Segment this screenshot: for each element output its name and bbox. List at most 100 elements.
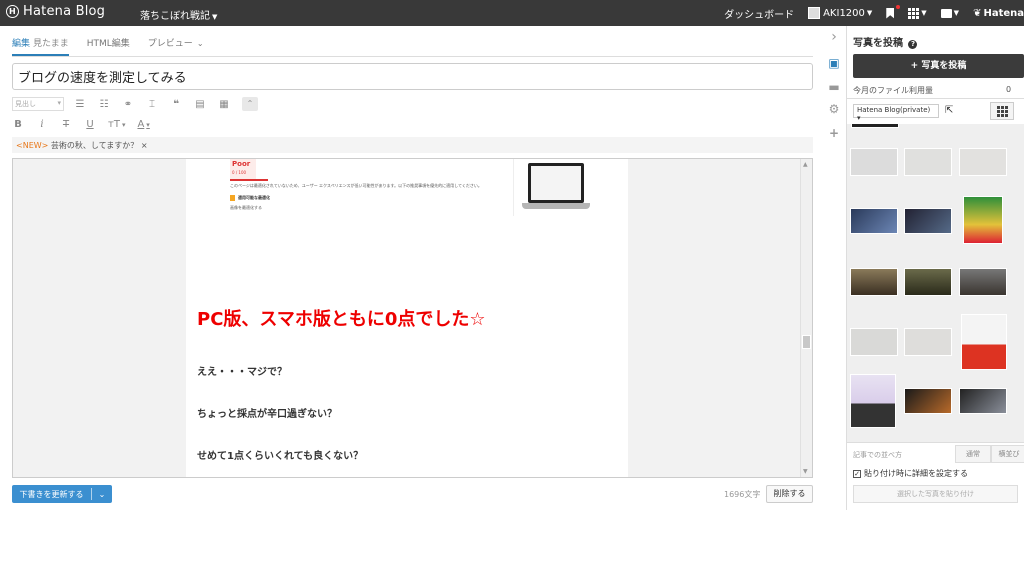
photo-thumbnail[interactable] — [850, 268, 898, 296]
album-name: Hatena Blog(private) — [857, 106, 931, 114]
panel-divider — [847, 98, 1024, 99]
messages-menu[interactable]: ▼ — [940, 8, 959, 18]
sort-option-normal[interactable]: 通常 — [955, 445, 991, 463]
editor-content[interactable]: Poor 0 / 100 このページは最適化されていないため、ユーザー エクスペ… — [186, 159, 628, 477]
title-input[interactable] — [12, 63, 813, 90]
update-draft-button[interactable]: 下書きを更新する ⌄ — [12, 485, 112, 503]
grid-view-button[interactable] — [990, 102, 1014, 120]
close-icon[interactable]: × — [141, 141, 148, 150]
heading-select[interactable]: 見出し — [12, 97, 64, 111]
read-more-icon[interactable]: ▦ — [218, 99, 230, 110]
apps-menu[interactable]: ▼ — [908, 7, 927, 19]
horizontal-rule-icon[interactable]: ⌶ — [146, 99, 158, 110]
chat-icon — [940, 8, 952, 18]
photo-thumbnail[interactable] — [904, 148, 952, 176]
external-link-icon[interactable]: ⇱ — [945, 105, 953, 116]
scroll-down-icon[interactable]: ▼ — [803, 468, 808, 475]
quote-icon[interactable]: ❝ — [170, 99, 182, 110]
table-icon[interactable]: ▤ — [194, 99, 206, 110]
format-toolbar-row1: 見出し ☰ ☷ ⚭ ⌶ ❝ ▤ ▦ ⌃ — [12, 96, 258, 112]
tab-divider — [12, 56, 813, 57]
dashboard-link[interactable]: ダッシュボード — [724, 6, 794, 21]
collapse-toolbar-icon[interactable]: ⌃ — [242, 97, 258, 111]
link-icon[interactable]: ⚭ — [122, 99, 134, 110]
hatena-blog-logo[interactable]: H Hatena Blog — [6, 4, 105, 19]
numbered-list-icon[interactable]: ☷ — [98, 99, 110, 110]
tab-preview[interactable]: プレビュー ⌄ — [148, 36, 204, 56]
hatena-brand-link[interactable]: ❦ Hatena — [973, 8, 1024, 19]
user-menu[interactable]: AKI1200 ▼ — [808, 7, 872, 19]
photo-thumbnail[interactable] — [851, 124, 899, 128]
content-headline: PC版、スマホ版ともに0点でした☆ — [197, 309, 486, 330]
avatar — [808, 7, 821, 19]
blog-selector[interactable]: 落ちこぼれ戦記 ▼ — [140, 7, 217, 22]
photo-thumbnail[interactable] — [904, 328, 952, 356]
scroll-up-icon[interactable]: ▲ — [803, 161, 808, 168]
bold-icon[interactable]: B — [12, 119, 24, 130]
photo-thumbnail[interactable] — [961, 314, 1007, 370]
post-photo-button[interactable]: + 写真を投稿 — [853, 54, 1024, 78]
tab-wysiwyg[interactable]: 編集 見たまま — [12, 36, 69, 56]
editor-scrollbar[interactable]: ▲ ▼ — [800, 159, 812, 477]
announcement-link[interactable]: 芸術の秋、してますか？ — [51, 141, 138, 150]
photo-thumbnail[interactable] — [904, 268, 952, 296]
photo-thumbnail[interactable] — [959, 388, 1007, 414]
font-size-icon[interactable]: тT ▾ — [108, 119, 125, 130]
new-badge: <NEW> — [16, 141, 49, 150]
embed-description: このページは最適化されていないため、ユーザー エクスペリエンスが低い可能性があり… — [230, 183, 482, 188]
font-color-icon[interactable]: A ▾ — [137, 119, 149, 130]
checkbox-checked-icon[interactable]: ✓ — [853, 469, 861, 478]
plus-icon[interactable]: + — [827, 126, 841, 140]
side-icon-column: › ▣ ▬ ⚙ + — [822, 26, 846, 576]
photo-panel: 写真を投稿 ? + 写真を投稿 今月のファイル利用量 0 Hatena Blog… — [847, 26, 1024, 510]
album-select[interactable]: Hatena Blog(private) ▾ — [853, 104, 939, 122]
paste-selected-button[interactable]: 選択した写真を貼り付け — [853, 485, 1018, 503]
photo-thumbnail[interactable] — [904, 388, 952, 414]
logo-text: Hatena Blog — [23, 4, 106, 19]
chevron-down-icon: ▼ — [921, 9, 927, 17]
sort-option-horizontal[interactable]: 横並び — [991, 445, 1024, 463]
folder-icon[interactable]: ▬ — [827, 80, 841, 94]
chevron-down-icon[interactable]: ⌄ — [92, 490, 112, 499]
bookmark-button[interactable] — [886, 7, 895, 19]
announcement-bar: <NEW> 芸術の秋、してますか？ × — [12, 137, 813, 153]
embed-heading: 適用可能な最適化 — [238, 195, 270, 200]
collapse-panel-icon[interactable]: › — [827, 30, 841, 44]
sort-label: 記事での並べ方 — [853, 451, 902, 459]
scrollbar-thumb[interactable] — [802, 335, 811, 349]
photo-thumbnail[interactable] — [850, 374, 896, 428]
photos-icon[interactable]: ▣ — [827, 56, 841, 70]
tab-label: 編集 — [12, 39, 31, 49]
detail-settings-checkbox[interactable]: ✓ 貼り付け時に詳細を設定する — [853, 468, 968, 479]
poor-score-box: Poor 0 / 100 — [230, 159, 256, 179]
gear-icon[interactable]: ⚙ — [827, 102, 841, 116]
file-usage-label: 今月のファイル利用量 — [853, 86, 933, 95]
photo-thumbnail[interactable] — [850, 208, 898, 234]
photo-thumbnail[interactable] — [963, 196, 1003, 244]
delete-button[interactable]: 削除する — [766, 485, 813, 503]
notification-dot — [896, 5, 900, 9]
photo-grid — [847, 124, 1024, 442]
help-icon[interactable]: ? — [908, 40, 918, 49]
checkbox-label: 貼り付け時に詳細を設定する — [864, 469, 968, 478]
photo-thumbnail[interactable] — [850, 148, 898, 176]
tab-sublabel: 見たまま — [33, 39, 69, 49]
hatena-logo-icon: H — [6, 5, 19, 18]
poor-score: 0 / 100 — [232, 170, 247, 175]
photo-thumbnail[interactable] — [959, 148, 1007, 176]
grid-icon — [996, 105, 1008, 117]
underline-icon[interactable]: U — [84, 119, 96, 130]
sort-toggle: 通常 横並び — [955, 445, 1024, 463]
strikethrough-icon[interactable]: T — [60, 119, 72, 130]
tab-html[interactable]: HTML編集 — [87, 36, 130, 56]
embedded-screenshot: Poor 0 / 100 このページは最適化されていないため、ユーザー エクスペ… — [226, 159, 511, 216]
editor-area[interactable]: Poor 0 / 100 このページは最適化されていないため、ユーザー エクスペ… — [12, 158, 813, 478]
photo-thumbnail[interactable] — [904, 208, 952, 234]
italic-icon[interactable]: i — [36, 119, 48, 130]
bookmark-icon — [886, 7, 895, 19]
poor-label: Poor — [232, 160, 251, 168]
photo-thumbnail[interactable] — [959, 268, 1007, 296]
blog-name: 落ちこぼれ戦記 — [140, 11, 210, 22]
bullet-list-icon[interactable]: ☰ — [74, 99, 86, 110]
photo-thumbnail[interactable] — [850, 328, 898, 356]
